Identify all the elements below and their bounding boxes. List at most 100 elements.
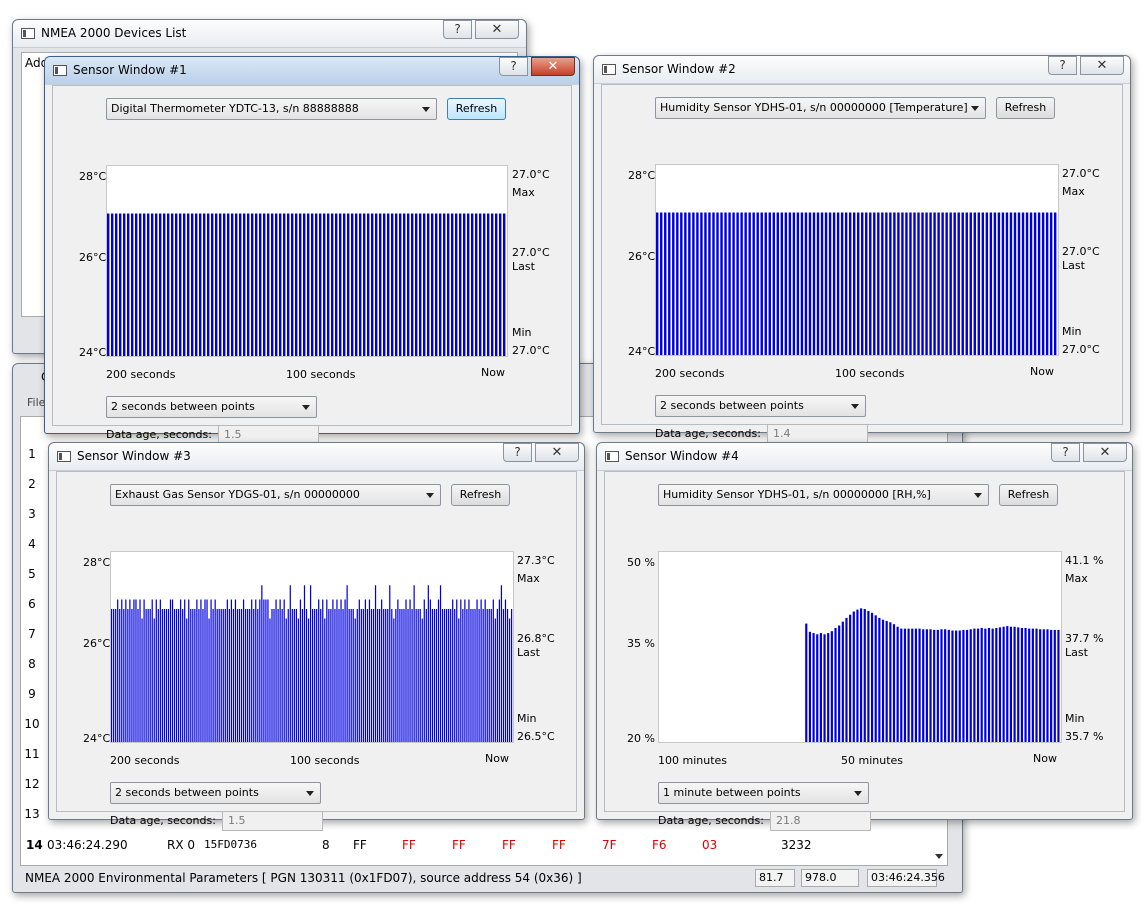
max-value: 27.0°C <box>1062 167 1100 180</box>
chart-bar <box>411 213 414 356</box>
chart-bar <box>289 585 291 742</box>
chart-bar <box>1020 628 1023 742</box>
chart-bar <box>271 609 273 742</box>
devices-list-titlebar[interactable]: NMEA 2000 Devices List ? ✕ <box>13 20 526 48</box>
chevron-down-icon <box>302 405 310 410</box>
close-button[interactable]: ✕ <box>1083 443 1127 462</box>
chart-bar <box>510 609 513 742</box>
chart-bar <box>870 612 874 742</box>
interval-select[interactable]: 2 seconds between points <box>655 395 866 417</box>
menu-file[interactable]: File <box>27 396 45 409</box>
chart-bar <box>863 609 866 742</box>
chart-bar <box>668 212 671 355</box>
close-button[interactable]: ✕ <box>535 443 579 462</box>
chart-bar <box>985 212 989 355</box>
chart-bar <box>909 212 912 355</box>
chart-bar <box>841 621 844 742</box>
y-axis-mid-label: 35 % <box>627 637 655 650</box>
chart-bar <box>113 609 115 742</box>
chart-bar <box>223 213 226 356</box>
chart-bar <box>470 609 472 742</box>
chart-bar <box>145 609 147 742</box>
chart-bar <box>330 609 332 742</box>
chart-bar <box>417 609 419 742</box>
interval-select[interactable]: 2 seconds between points <box>110 782 321 804</box>
chart-bar <box>403 213 406 356</box>
sensor-window-titlebar[interactable]: Sensor Window #3 ? ✕ <box>49 443 584 471</box>
chart-bar <box>1017 627 1020 742</box>
chart-bar <box>483 213 486 356</box>
status-field-3: 03:46:24.356 <box>867 869 945 887</box>
row-can-id: 15FD0736 <box>204 838 257 851</box>
device-select[interactable]: Digital Thermometer YDTC-13, s/n 8888888… <box>106 98 437 120</box>
window-icon <box>57 451 71 462</box>
chart-bar <box>318 599 320 742</box>
chart-bar <box>267 599 269 742</box>
chart-bar <box>265 599 267 742</box>
x-axis-mid-label: 100 seconds <box>290 754 360 767</box>
sensor-window-titlebar[interactable]: Sensor Window #2 ? ✕ <box>594 56 1130 84</box>
chart-bar <box>141 618 143 742</box>
refresh-button[interactable]: Refresh <box>447 98 506 120</box>
interval-select[interactable]: 2 seconds between points <box>106 396 317 418</box>
chart-bar <box>900 628 903 742</box>
y-axis-bottom-label: 24°C <box>83 732 111 745</box>
chart-bar <box>780 212 784 355</box>
chart-bar <box>1039 629 1042 742</box>
device-select[interactable]: Humidity Sensor YDHS-01, s/n 00000000 [R… <box>658 484 989 506</box>
help-button[interactable]: ? <box>443 20 472 39</box>
chart-bar <box>874 615 877 742</box>
close-button[interactable]: ✕ <box>531 57 575 76</box>
chart-bar <box>980 628 983 742</box>
close-button[interactable]: ✕ <box>1080 56 1124 75</box>
min-label: Min <box>517 712 537 725</box>
row-number: 5 <box>28 567 36 581</box>
data-age-field: 21.8 <box>770 811 871 831</box>
sensor-window-titlebar[interactable]: Sensor Window #1 ? ✕ <box>45 57 579 85</box>
interval-select[interactable]: 1 minute between points <box>658 782 869 804</box>
x-axis-left-label: 200 seconds <box>655 367 725 380</box>
chart-bar <box>896 626 899 742</box>
chart-bar <box>760 212 763 355</box>
max-value: 41.1 % <box>1065 554 1104 567</box>
chart-bar <box>263 599 265 742</box>
chart-bar <box>1033 212 1037 355</box>
close-button[interactable]: ✕ <box>475 20 519 39</box>
chart-bar <box>370 609 373 742</box>
device-select[interactable]: Humidity Sensor YDHS-01, s/n 00000000 [T… <box>655 97 986 119</box>
chart-bar <box>848 212 852 355</box>
table-row[interactable]: 14 03:46:24.290 RX 0 15FD0736 8 FF FF FF… <box>21 829 949 859</box>
refresh-button[interactable]: Refresh <box>996 97 1055 119</box>
chart-bar <box>303 213 306 356</box>
chart-bar <box>399 609 401 742</box>
chart-bar <box>1024 628 1027 742</box>
chart-bar <box>157 609 159 742</box>
chart-bar <box>502 609 505 742</box>
chart-bar <box>993 212 997 355</box>
chart-bar <box>178 609 180 742</box>
chart-bar <box>123 609 125 742</box>
chart-bar <box>295 213 298 356</box>
sensor-window-titlebar[interactable]: Sensor Window #4 ? ✕ <box>597 443 1132 471</box>
chevron-down-icon <box>974 493 982 498</box>
help-button[interactable]: ? <box>503 443 532 462</box>
help-button[interactable]: ? <box>499 57 528 76</box>
chart-bar <box>838 625 841 742</box>
last-label: Last <box>512 260 535 273</box>
scroll-down-arrow[interactable] <box>935 854 943 859</box>
refresh-button[interactable]: Refresh <box>451 484 510 506</box>
chart-bar <box>922 629 925 742</box>
help-button[interactable]: ? <box>1048 56 1077 75</box>
chart-bar <box>889 622 892 742</box>
chart-bar <box>494 618 496 742</box>
device-select[interactable]: Exhaust Gas Sensor YDGS-01, s/n 00000000 <box>110 484 441 506</box>
chart-bar <box>143 213 146 356</box>
chart-bar <box>1049 212 1053 355</box>
row-direction: RX 0 <box>167 838 196 852</box>
help-button[interactable]: ? <box>1051 443 1080 462</box>
chart-bar <box>933 629 936 742</box>
chart-bar <box>234 599 237 742</box>
chart-bar <box>363 213 366 356</box>
chart-bar <box>1017 212 1021 355</box>
refresh-button[interactable]: Refresh <box>999 484 1058 506</box>
